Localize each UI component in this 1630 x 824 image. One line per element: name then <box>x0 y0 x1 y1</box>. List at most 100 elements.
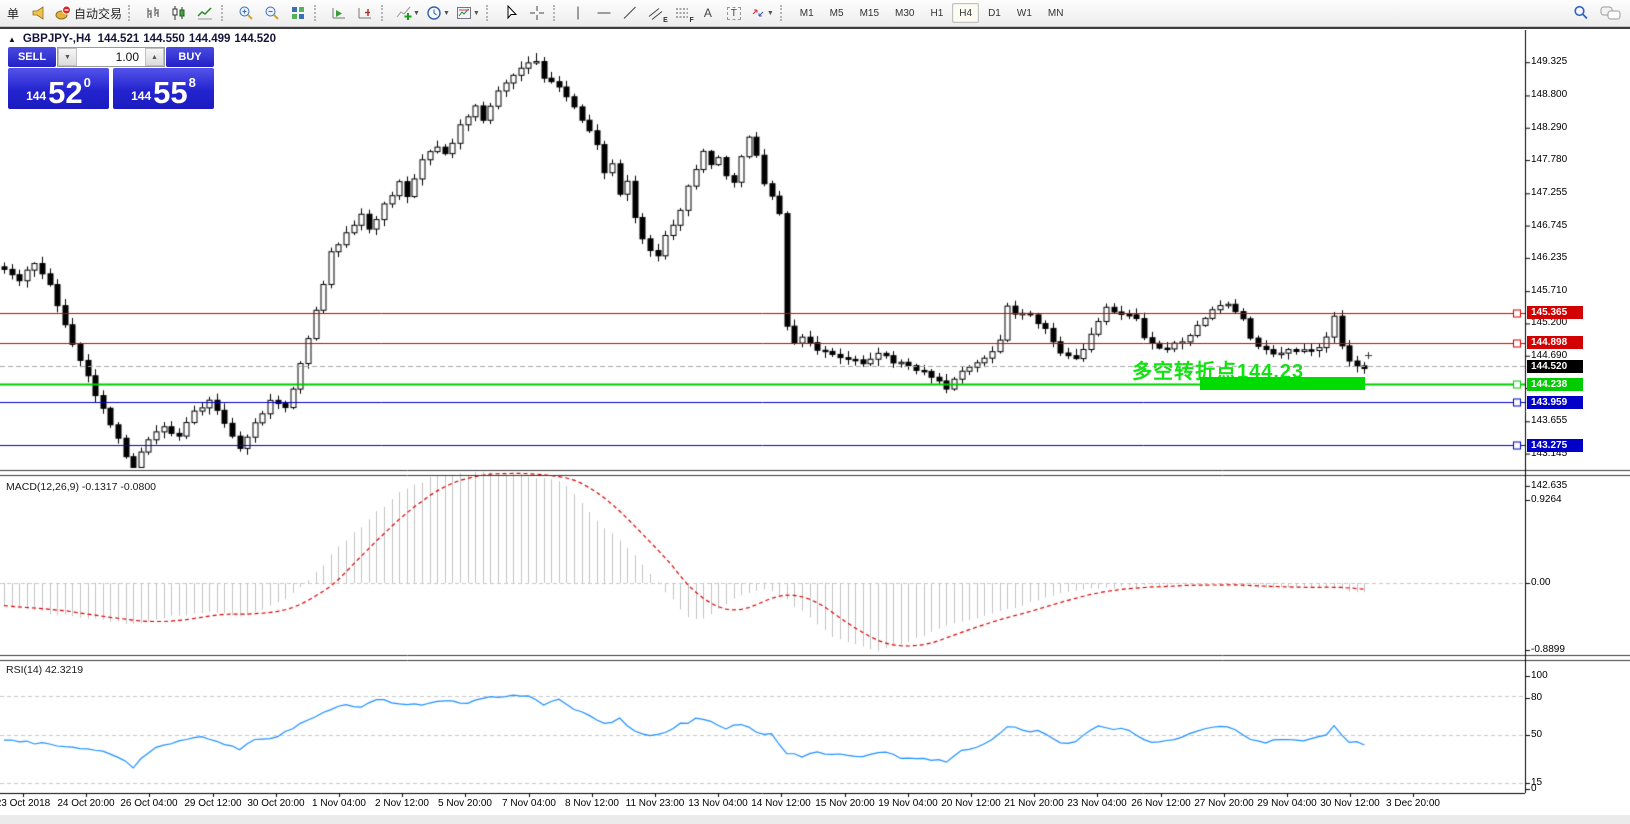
timeframe-button-h4[interactable]: H4 <box>952 3 979 23</box>
timeframe-button-m5[interactable]: M5 <box>823 3 851 23</box>
current-price-tag: 144.520 <box>1527 360 1583 373</box>
sell-price-display[interactable]: 144 52 0 <box>8 68 109 109</box>
autotrading-icon <box>55 5 71 21</box>
autotrading-button[interactable]: 自动交易 <box>52 2 125 24</box>
price-tick-label: 147.780 <box>1531 154 1567 166</box>
price-tick-label: 148.290 <box>1531 122 1567 134</box>
text-tool-icon[interactable]: A <box>695 2 721 24</box>
toolbar-grip <box>381 5 388 21</box>
indicators-add-icon <box>396 5 412 21</box>
new-order-label: 单 <box>7 5 19 22</box>
fibo-letter: F <box>690 17 694 24</box>
toolbar-grip <box>553 5 560 21</box>
horizontal-line-tool-icon[interactable] <box>591 2 617 24</box>
chevron-down-icon: ▼ <box>413 10 420 17</box>
timeframe-button-h1[interactable]: H1 <box>923 3 950 23</box>
timeframe-button-m1[interactable]: M1 <box>793 3 821 23</box>
rsi-indicator-label: RSI(14) 42.3219 <box>6 664 83 676</box>
timeframe-button-mn[interactable]: MN <box>1041 3 1071 23</box>
toolbar-right <box>1573 5 1630 22</box>
autotrading-label: 自动交易 <box>74 5 122 22</box>
toolbar-grip <box>314 5 321 21</box>
price-tick-label: 148.800 <box>1531 89 1567 101</box>
zoom-in-icon[interactable] <box>233 2 259 24</box>
template-icon <box>456 5 472 21</box>
crosshair-icon[interactable] <box>524 2 550 24</box>
ohlc-close: 144.520 <box>234 33 276 45</box>
volume-decrease-button[interactable]: ▼ <box>58 48 77 66</box>
timeframe-button-w1[interactable]: W1 <box>1010 3 1039 23</box>
equidistant-channel-tool-icon[interactable]: E <box>643 2 669 24</box>
vertical-line-tool-icon[interactable] <box>565 2 591 24</box>
channel-letter: E <box>663 17 668 24</box>
price-tick-label: 143.655 <box>1531 415 1567 427</box>
buy-button[interactable]: BUY <box>166 47 214 67</box>
symbol-timeframe: GBPJPY-,H4 <box>23 33 91 45</box>
symbol-info-bar: ▲ GBPJPY-,H4 144.521 144.550 144.499 144… <box>8 33 276 45</box>
line-chart-icon[interactable] <box>192 2 218 24</box>
chart-shift-icon[interactable] <box>352 2 378 24</box>
hline-price-tag: 144.898 <box>1527 336 1583 349</box>
auto-scroll-icon[interactable] <box>326 2 352 24</box>
buy-price-display[interactable]: 144 55 8 <box>113 68 214 109</box>
text-label-tool-icon[interactable]: T <box>721 2 747 24</box>
cursor-icon[interactable] <box>498 2 524 24</box>
macd-tick-label: 0.9264 <box>1531 494 1562 506</box>
tile-windows-icon[interactable] <box>285 2 311 24</box>
hline-price-tag: 143.275 <box>1527 439 1583 452</box>
volume-stepper: ▼ 1.00 ▲ <box>57 47 165 67</box>
chart-surface[interactable] <box>0 30 1630 824</box>
indicators-button[interactable]: ▼ <box>393 2 423 24</box>
arrows-tool-icon <box>750 5 766 21</box>
chat-icon[interactable] <box>1600 5 1622 22</box>
volume-field[interactable]: 1.00 <box>77 48 145 66</box>
volume-increase-button[interactable]: ▲ <box>145 48 164 66</box>
chevron-down-icon: ▼ <box>767 10 774 17</box>
sell-button[interactable]: SELL <box>8 47 56 67</box>
time-axis-label: 3 Dec 20:00 <box>1371 798 1455 810</box>
fibonacci-tool-icon[interactable]: F <box>669 2 695 24</box>
price-tick-label: 142.635 <box>1531 480 1567 492</box>
bar-chart-icon[interactable] <box>140 2 166 24</box>
rsi-tick-label: 0 <box>1531 783 1537 795</box>
periods-button[interactable]: ▼ <box>423 2 453 24</box>
ohlc-open: 144.521 <box>98 33 140 45</box>
search-icon[interactable] <box>1573 5 1590 22</box>
price-tick-label: 147.255 <box>1531 187 1567 199</box>
macd-indicator-label: MACD(12,26,9) -0.1317 -0.0800 <box>6 481 156 493</box>
chevron-down-icon: ▼ <box>473 10 480 17</box>
macd-tick-label: -0.8899 <box>1531 644 1565 656</box>
arrows-tool-button[interactable]: ▼ <box>747 2 777 24</box>
rsi-tick-label: 80 <box>1531 692 1542 704</box>
timeframe-toolbar: M1M5M15M30H1H4D1W1MN <box>792 3 1072 23</box>
price-tick-label: 145.710 <box>1531 285 1567 297</box>
rsi-tick-label: 100 <box>1531 670 1548 682</box>
hline-price-tag: 143.959 <box>1527 396 1583 409</box>
price-tick-label: 149.325 <box>1531 56 1567 68</box>
zoom-out-icon[interactable] <box>259 2 285 24</box>
one-click-trading-panel: SELL ▼ 1.00 ▲ BUY 144 52 0 144 55 8 <box>8 47 214 109</box>
trendline-tool-icon[interactable] <box>617 2 643 24</box>
chevron-down-icon: ▼ <box>443 10 450 17</box>
toolbar-grip <box>486 5 493 21</box>
toolbar-grip <box>221 5 228 21</box>
new-order-button[interactable]: 单 <box>0 2 26 24</box>
timeframe-button-m15[interactable]: M15 <box>853 3 886 23</box>
toolbar-grip <box>128 5 135 21</box>
clock-icon <box>426 5 442 21</box>
hline-price-tag: 145.365 <box>1527 306 1583 319</box>
rsi-tick-label: 50 <box>1531 729 1542 741</box>
window-frame-line <box>0 27 1630 29</box>
templates-button[interactable]: ▼ <box>453 2 483 24</box>
alerts-horn-icon[interactable] <box>26 2 52 24</box>
timeframe-button-m30[interactable]: M30 <box>888 3 921 23</box>
annotation-green-rectangle[interactable] <box>1200 377 1365 390</box>
candlestick-chart-icon[interactable] <box>166 2 192 24</box>
macd-tick-label: 0.00 <box>1531 577 1550 589</box>
panel-collapse-icon[interactable]: ▲ <box>8 35 16 44</box>
hline-price-tag: 144.238 <box>1527 378 1583 391</box>
toolbar: 单 自动交易 <box>0 0 1630 27</box>
timeframe-button-d1[interactable]: D1 <box>981 3 1008 23</box>
ohlc-high: 144.550 <box>143 33 185 45</box>
mt4-window: 单 自动交易 <box>0 0 1630 824</box>
